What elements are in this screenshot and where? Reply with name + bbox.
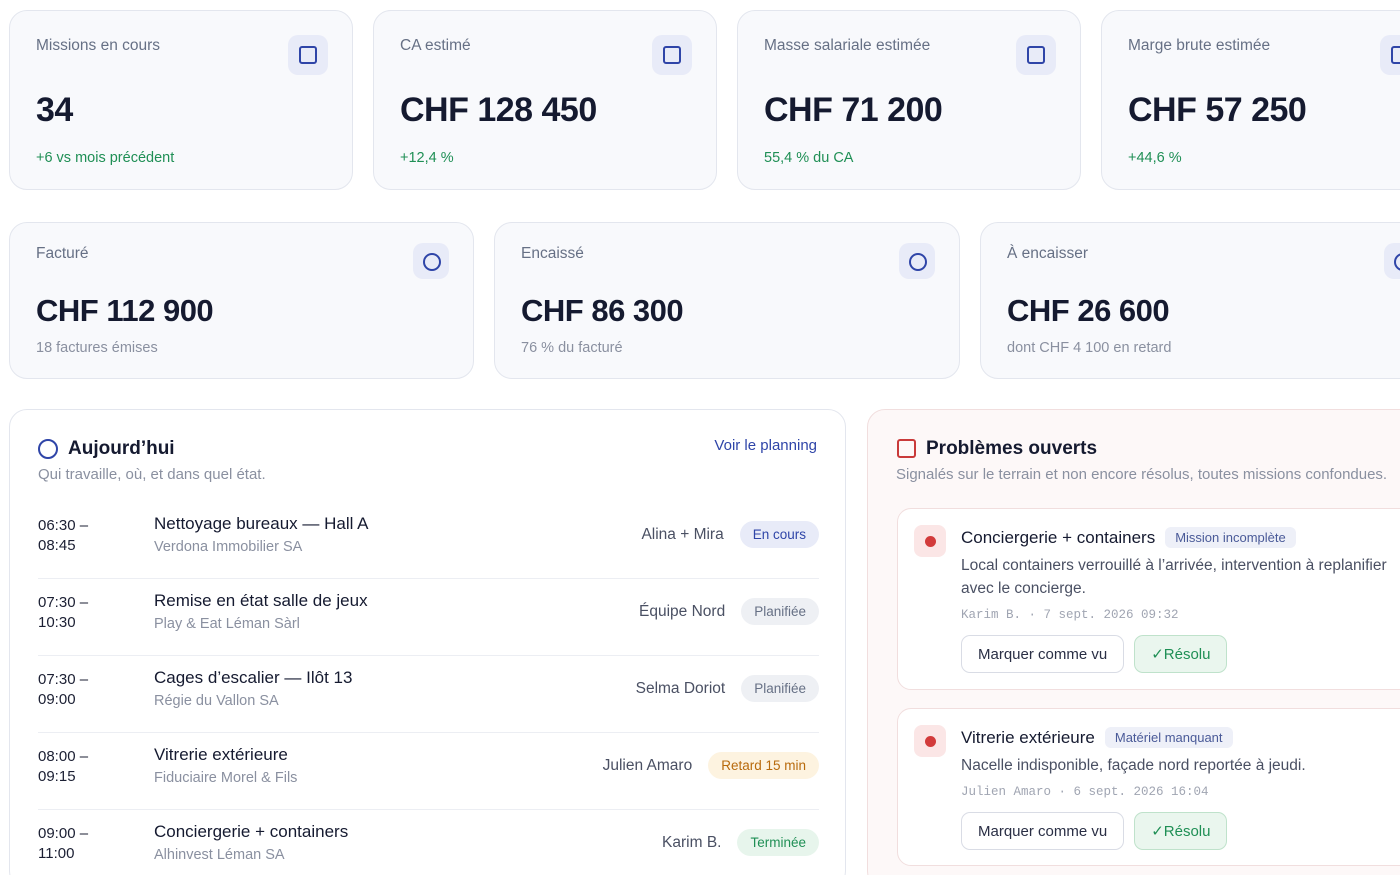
today-title: Aujourd’hui bbox=[68, 438, 175, 459]
issue-tag: Matériel manquant bbox=[1104, 727, 1233, 748]
schedule-row[interactable]: 07:30 – 09:00 Cages d’escalier — Ilôt 13… bbox=[38, 656, 819, 733]
schedule-title: Vitrerie extérieure bbox=[154, 745, 288, 764]
today-panel: Aujourd’hui Qui travaille, où, et dans q… bbox=[9, 409, 846, 875]
schedule-row[interactable]: 06:30 – 08:45 Nettoyage bureaux — Hall A… bbox=[38, 502, 819, 579]
square-icon bbox=[288, 35, 328, 75]
kpi-detail: dont CHF 4 100 en retard bbox=[1007, 340, 1172, 356]
kpi-card-masse-salariale: Masse salariale estimée CHF 71 200 55,4 … bbox=[737, 10, 1081, 190]
kpi-detail: 18 factures émises bbox=[36, 340, 158, 356]
circle-icon bbox=[38, 439, 58, 459]
circle-icon bbox=[1384, 243, 1400, 279]
issue-dot-icon bbox=[914, 525, 946, 557]
status-badge: En cours bbox=[739, 521, 819, 548]
square-icon bbox=[1016, 35, 1056, 75]
kpi-card-marge-brute: Marge brute estimée CHF 57 250 +44,6 % bbox=[1101, 10, 1400, 190]
schedule-time: 08:00 – 09:15 bbox=[38, 748, 89, 785]
kpi-value: CHF 57 250 bbox=[1128, 91, 1307, 129]
kpi-label: Marge brute estimée bbox=[1128, 37, 1271, 54]
schedule-row[interactable]: 08:00 – 09:15 Vitrerie extérieure Fiduci… bbox=[38, 733, 819, 810]
kpi-label: Encaissé bbox=[521, 245, 584, 262]
kpi-label: Masse salariale estimée bbox=[764, 37, 931, 54]
schedule-time: 06:30 – 08:45 bbox=[38, 517, 89, 554]
voir-planning-link[interactable]: Voir le planning bbox=[714, 437, 817, 454]
square-icon bbox=[1380, 35, 1400, 75]
kpi-label: CA estimé bbox=[400, 37, 471, 54]
kpi-value: CHF 26 600 bbox=[1007, 293, 1170, 328]
kpi-trend: +44,6 % bbox=[1128, 150, 1182, 166]
kpi-card-encaisse: Encaissé CHF 86 300 76 % du facturé bbox=[494, 222, 960, 379]
issue-tag: Mission incomplète bbox=[1165, 527, 1296, 548]
kpi-trend: +6 vs mois précédent bbox=[36, 150, 175, 166]
issue-meta: Julien Amaro · 6 sept. 2026 16:04 bbox=[961, 785, 1209, 799]
schedule-client: Fiduciaire Morel & Fils bbox=[154, 770, 298, 786]
schedule-time: 07:30 – 10:30 bbox=[38, 594, 89, 631]
schedule-client: Verdona Immobilier SA bbox=[154, 539, 303, 555]
kpi-label: À encaisser bbox=[1007, 245, 1088, 262]
issue-description: Local containers verrouillé à l’arrivée,… bbox=[961, 557, 1387, 597]
schedule-title: Cages d’escalier — Ilôt 13 bbox=[154, 668, 353, 687]
square-icon bbox=[652, 35, 692, 75]
issue-card: Vitrerie extérieure Matériel manquant Nac… bbox=[897, 708, 1400, 866]
resolved-button[interactable]: ✓Résolu bbox=[1134, 635, 1228, 673]
issue-description: Nacelle indisponible, façade nord report… bbox=[961, 757, 1306, 774]
kpi-value: CHF 112 900 bbox=[36, 293, 214, 328]
kpi-value: CHF 71 200 bbox=[764, 91, 943, 129]
schedule-time: 07:30 – 09:00 bbox=[38, 671, 89, 708]
issue-card: Conciergerie + containers Mission incompl… bbox=[897, 508, 1400, 690]
issue-title: Conciergerie + containers bbox=[961, 527, 1156, 547]
schedule-time: 09:00 – 11:00 bbox=[38, 825, 89, 862]
schedule-assignee: Selma Doriot bbox=[635, 679, 726, 697]
schedule-title: Conciergerie + containers bbox=[154, 822, 349, 841]
kpi-card-missions: Missions en cours 34 +6 vs mois précéden… bbox=[9, 10, 353, 190]
alert-square-icon bbox=[897, 439, 916, 458]
kpi-label: Facturé bbox=[36, 245, 89, 262]
kpi-trend: 55,4 % du CA bbox=[764, 150, 854, 166]
schedule-client: Régie du Vallon SA bbox=[154, 693, 279, 709]
kpi-card-facture: Facturé CHF 112 900 18 factures émises bbox=[9, 222, 474, 379]
circle-icon bbox=[413, 243, 449, 279]
schedule-title: Nettoyage bureaux — Hall A bbox=[154, 514, 369, 533]
schedule-row[interactable]: 07:30 – 10:30 Remise en état salle de je… bbox=[38, 579, 819, 656]
kpi-card-ca: CA estimé CHF 128 450 +12,4 % bbox=[373, 10, 717, 190]
today-subtitle: Qui travaille, où, et dans quel état. bbox=[38, 466, 266, 483]
kpi-trend: +12,4 % bbox=[400, 150, 454, 166]
issue-dot-icon bbox=[914, 725, 946, 757]
schedule-assignee: Alina + Mira bbox=[641, 525, 724, 543]
schedule-row[interactable]: 09:00 – 11:00 Conciergerie + containers … bbox=[38, 810, 819, 875]
kpi-value: CHF 128 450 bbox=[400, 91, 597, 129]
status-badge: Retard 15 min bbox=[708, 752, 819, 779]
mark-seen-button[interactable]: Marquer comme vu bbox=[961, 635, 1125, 673]
issue-meta: Karim B. · 7 sept. 2026 09:32 bbox=[961, 608, 1179, 622]
kpi-label: Missions en cours bbox=[36, 37, 161, 54]
schedule-assignee: Équipe Nord bbox=[639, 602, 726, 620]
kpi-detail: 76 % du facturé bbox=[521, 340, 623, 356]
status-badge: Planifiée bbox=[741, 598, 819, 625]
schedule-title: Remise en état salle de jeux bbox=[154, 591, 368, 610]
kpi-card-a-encaisser: À encaisser CHF 26 600 dont CHF 4 100 en… bbox=[980, 222, 1400, 379]
schedule-client: Play & Eat Léman Sàrl bbox=[154, 616, 300, 632]
circle-icon bbox=[899, 243, 935, 279]
status-badge: Planifiée bbox=[741, 675, 819, 702]
schedule-client: Alhinvest Léman SA bbox=[154, 847, 285, 863]
kpi-value: CHF 86 300 bbox=[521, 293, 684, 328]
issue-title: Vitrerie extérieure bbox=[961, 727, 1095, 747]
issues-panel: Problèmes ouverts Signalés sur le terrai… bbox=[867, 409, 1400, 875]
issues-subtitle: Signalés sur le terrain et non encore ré… bbox=[896, 466, 1388, 483]
mark-seen-button[interactable]: Marquer comme vu bbox=[961, 812, 1125, 850]
schedule-assignee: Karim B. bbox=[662, 833, 722, 851]
issues-title: Problèmes ouverts bbox=[926, 438, 1098, 459]
kpi-value: 34 bbox=[36, 91, 73, 129]
resolved-button[interactable]: ✓Résolu bbox=[1134, 812, 1228, 850]
status-badge: Terminée bbox=[737, 829, 819, 856]
schedule-assignee: Julien Amaro bbox=[602, 756, 693, 774]
